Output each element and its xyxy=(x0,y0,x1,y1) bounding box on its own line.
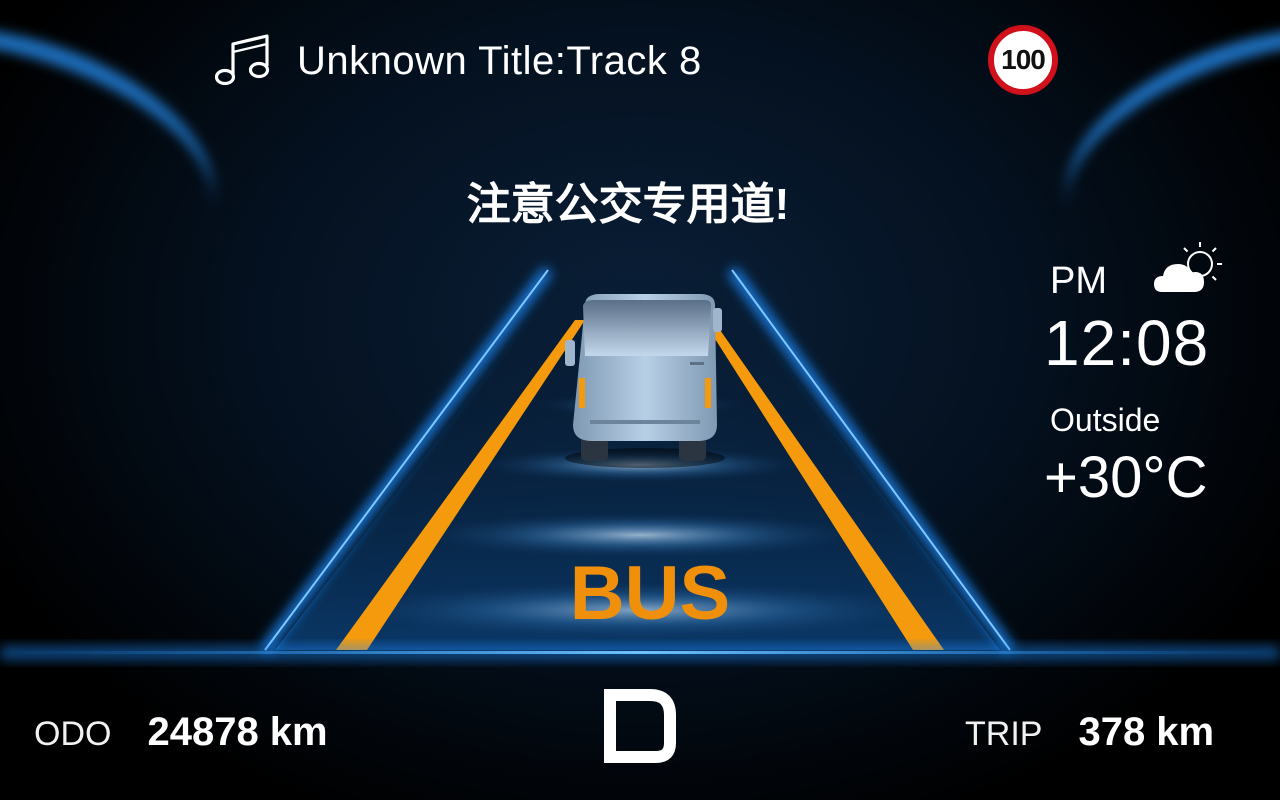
speed-limit-value: 100 xyxy=(1001,44,1046,75)
cluster-screen: Unknown Title:Track 8 100 注意公交专用道! PM 12… xyxy=(0,0,1280,800)
trip-label: TRIP xyxy=(965,715,1043,753)
media-now-playing[interactable]: Unknown Title:Track 8 xyxy=(215,32,702,90)
odometer-value: 24878 km xyxy=(147,710,328,754)
speed-limit-sign: 100 xyxy=(988,25,1058,95)
time-period: PM xyxy=(1050,260,1107,302)
odometer: ODO 24878 km xyxy=(34,710,328,755)
lane-alert-message: 注意公交专用道! xyxy=(466,180,790,229)
clock-time: 12:08 xyxy=(1044,307,1210,379)
bus-lane-label: BUS xyxy=(569,551,731,636)
outside-temp-label: Outside xyxy=(1050,402,1161,438)
outside-temp-value: +30°C xyxy=(1044,445,1208,510)
partly-cloudy-icon xyxy=(1154,242,1222,292)
odometer-label: ODO xyxy=(34,715,112,753)
music-note-icon xyxy=(215,34,270,86)
horizon-line xyxy=(0,651,1280,654)
trip-meter: TRIP 378 km xyxy=(965,710,1214,755)
track-title: Unknown Title:Track 8 xyxy=(297,38,702,83)
trip-value: 378 km xyxy=(1078,710,1215,754)
bottom-info-bar: ODO 24878 km TRIP 378 km xyxy=(0,680,1280,800)
gear-d-icon xyxy=(604,689,676,763)
